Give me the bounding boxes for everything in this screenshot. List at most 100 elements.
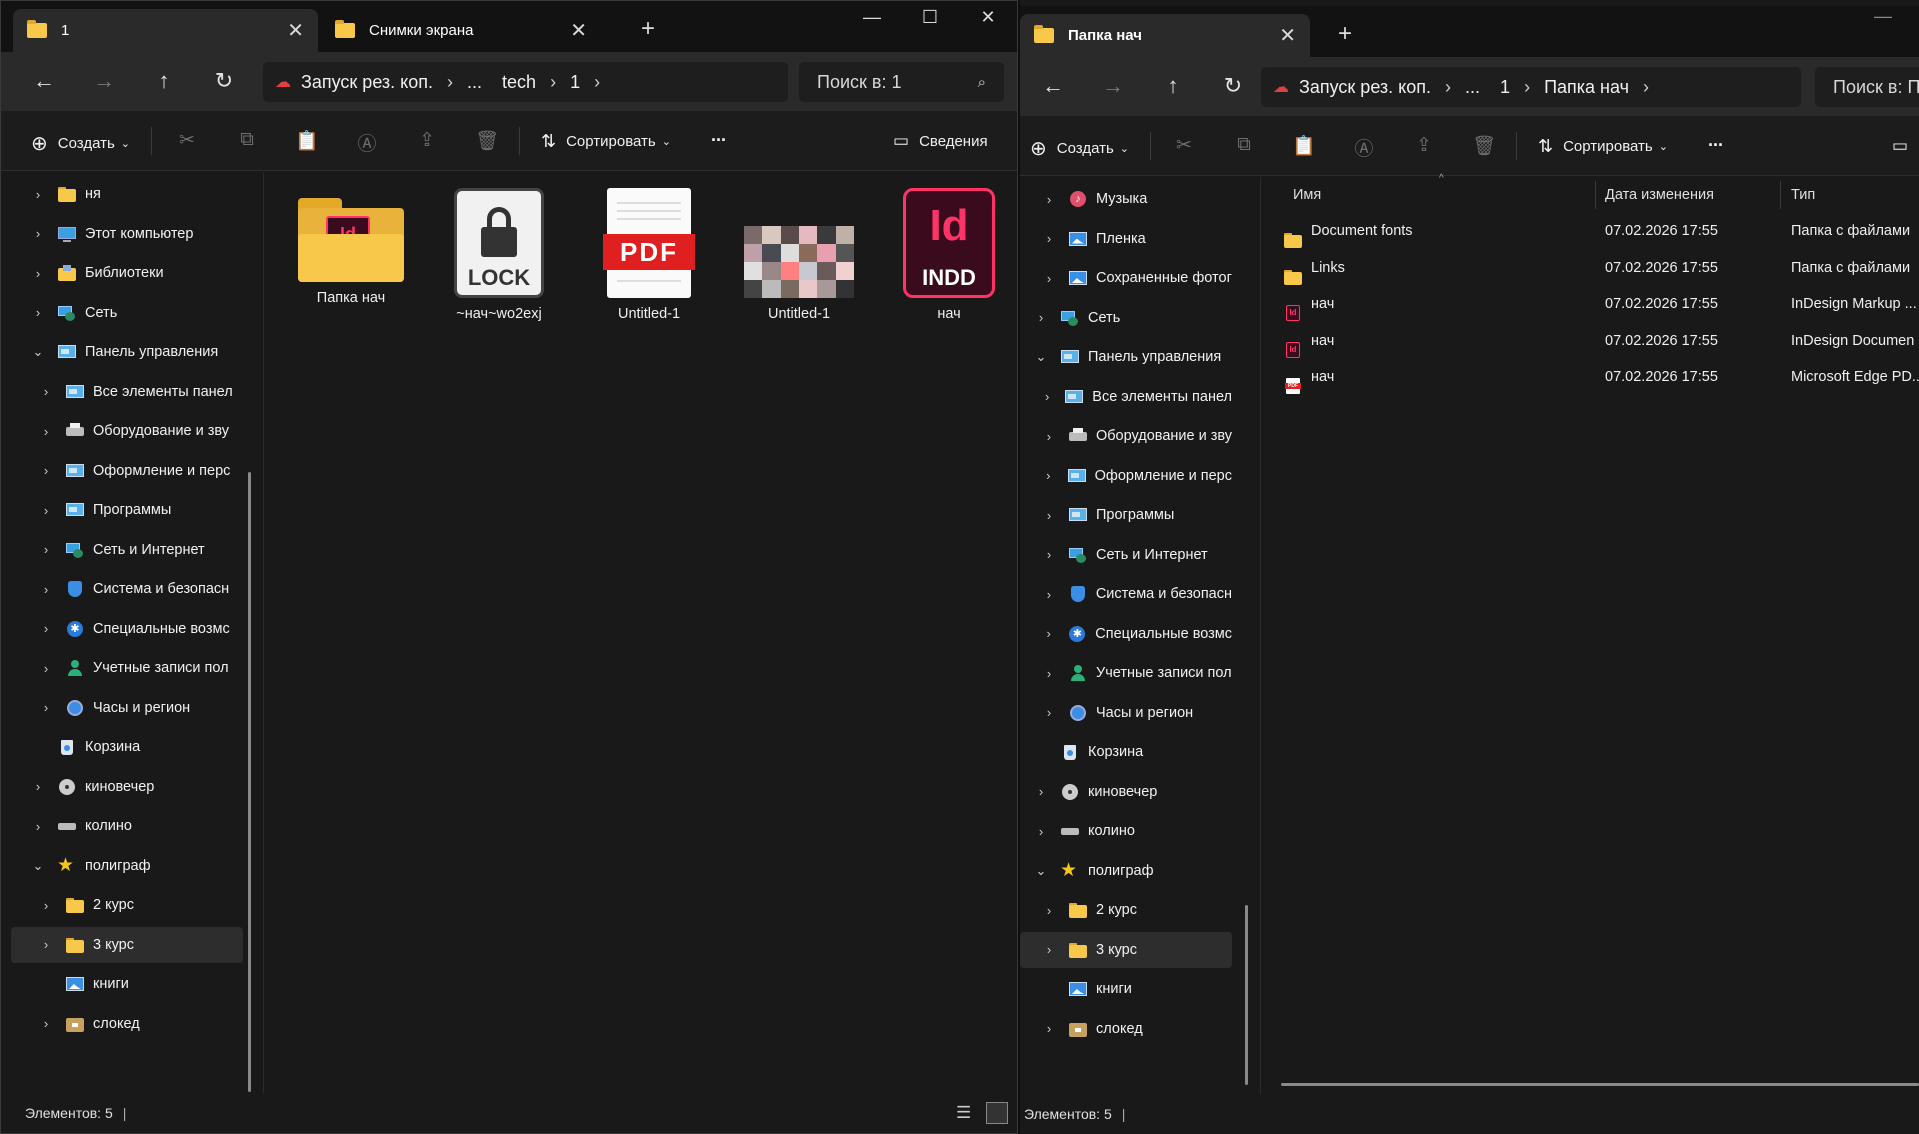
- table-row[interactable]: Id нач 07.02.2026 17:55 InDesign Documen: [1261, 323, 1919, 359]
- column-divider[interactable]: [1780, 181, 1781, 209]
- sidebar-item[interactable]: › Учетные записи пол: [11, 650, 243, 686]
- address-bar[interactable]: ☁ Запуск рез. коп. › ... 1 › Папка нач ›: [1261, 67, 1801, 107]
- address-bar[interactable]: ☁ Запуск рез. коп. › ... tech › 1 ›: [263, 62, 788, 102]
- cut-icon[interactable]: ✂: [1172, 134, 1196, 158]
- chevron-right-icon[interactable]: ›: [39, 937, 53, 952]
- sidebar-item[interactable]: › Этот компьютер: [11, 216, 243, 252]
- close-window-icon[interactable]: ✕: [965, 7, 1011, 28]
- sidebar-item[interactable]: Корзина: [1020, 734, 1232, 770]
- chevron-right-icon[interactable]: ›: [31, 187, 45, 202]
- file-item[interactable]: Id INDD нач: [874, 188, 1017, 322]
- chevron-right-icon[interactable]: ›: [31, 305, 45, 320]
- chevron-down-icon[interactable]: ⌄: [31, 858, 45, 874]
- sidebar-item[interactable]: › Сеть: [11, 295, 243, 331]
- share-icon[interactable]: ⇪: [1412, 134, 1436, 158]
- refresh-icon[interactable]: ↻: [209, 70, 239, 92]
- tab-papka-nach[interactable]: Папка нач ✕: [1020, 14, 1310, 57]
- large-icons-view-icon[interactable]: [986, 1102, 1008, 1124]
- sidebar-item[interactable]: › Сеть: [1020, 300, 1232, 336]
- sidebar-item[interactable]: › Сохраненные фотог: [1020, 260, 1232, 296]
- search-input[interactable]: Поиск в: 1 ⌕: [799, 62, 1004, 102]
- sort-button[interactable]: ⇅ Сортировать ⌄: [1538, 136, 1668, 157]
- sidebar-item[interactable]: › Все элементы панел: [11, 374, 243, 410]
- chevron-right-icon[interactable]: ›: [1042, 271, 1056, 286]
- file-item[interactable]: PDF Untitled-1: [574, 188, 724, 322]
- breadcrumb-root[interactable]: Запуск рез. коп.: [1299, 77, 1431, 98]
- chevron-right-icon[interactable]: ›: [31, 819, 45, 834]
- chevron-right-icon[interactable]: ›: [1042, 231, 1056, 246]
- minimize-icon[interactable]: —: [1860, 6, 1906, 27]
- sidebar-item[interactable]: › Пленка: [1020, 221, 1232, 257]
- chevron-right-icon[interactable]: ›: [39, 898, 53, 913]
- chevron-right-icon[interactable]: ›: [31, 779, 45, 794]
- chevron-down-icon[interactable]: ⌄: [1034, 863, 1048, 879]
- breadcrumb-more[interactable]: ...: [467, 72, 482, 93]
- sidebar-item[interactable]: › Система и безопасн: [11, 571, 243, 607]
- sidebar-item[interactable]: › Оборудование и зву: [1020, 418, 1232, 454]
- sidebar-item[interactable]: ⌄ Панель управления: [1020, 339, 1232, 375]
- sidebar-item[interactable]: › киновечер: [1020, 774, 1232, 810]
- sidebar-scrollbar[interactable]: [248, 472, 251, 1092]
- new-tab-icon[interactable]: +: [1338, 20, 1352, 48]
- table-row[interactable]: Links 07.02.2026 17:55 Папка с файлами: [1261, 250, 1919, 286]
- chevron-right-icon[interactable]: ›: [1042, 192, 1056, 207]
- file-item[interactable]: LOCK ~нач~wo2exj: [424, 188, 574, 322]
- sort-button[interactable]: ⇅ Сортировать ⌄: [541, 131, 671, 152]
- column-header-name[interactable]: Имя: [1293, 177, 1321, 213]
- close-tab-icon[interactable]: ✕: [287, 18, 304, 43]
- sidebar-scrollbar[interactable]: [1245, 905, 1248, 1085]
- details-view-icon[interactable]: ☰: [956, 1103, 971, 1123]
- chevron-right-icon[interactable]: ›: [1042, 705, 1056, 720]
- paste-icon[interactable]: 📋: [295, 129, 319, 153]
- details-pane-icon[interactable]: ▭: [1892, 136, 1908, 156]
- share-icon[interactable]: ⇪: [415, 129, 439, 153]
- new-tab-icon[interactable]: +: [641, 15, 655, 43]
- chevron-right-icon[interactable]: ›: [1042, 547, 1056, 562]
- chevron-right-icon[interactable]: ›: [1034, 784, 1048, 799]
- sidebar-item[interactable]: › Сеть и Интернет: [11, 532, 243, 568]
- sidebar-item[interactable]: › 3 курс: [11, 926, 243, 963]
- chevron-right-icon[interactable]: ›: [1042, 508, 1056, 523]
- sidebar-item[interactable]: › колино: [1020, 813, 1232, 849]
- chevron-right-icon[interactable]: ›: [1042, 389, 1052, 404]
- sidebar-item[interactable]: › Оформление и перс: [11, 453, 243, 489]
- sidebar-item[interactable]: › Все элементы панел: [1020, 379, 1232, 415]
- column-header-date[interactable]: Дата изменения: [1605, 177, 1714, 213]
- sidebar-item[interactable]: ⌄ ★ полиграф: [1020, 853, 1232, 889]
- breadcrumb-1[interactable]: 1: [570, 72, 580, 93]
- chevron-right-icon[interactable]: ›: [39, 424, 53, 439]
- up-icon[interactable]: ↑: [149, 70, 179, 92]
- file-item[interactable]: Untitled-1: [724, 188, 874, 322]
- chevron-right-icon[interactable]: ›: [1042, 429, 1056, 444]
- tab-1[interactable]: 1 ✕: [13, 9, 318, 52]
- chevron-right-icon[interactable]: ›: [1042, 626, 1055, 641]
- chevron-right-icon[interactable]: ›: [1042, 942, 1056, 957]
- rename-icon[interactable]: Ⓐ: [355, 129, 379, 155]
- sidebar-item[interactable]: книги: [1020, 971, 1232, 1007]
- breadcrumb-root[interactable]: Запуск рез. коп.: [301, 72, 433, 93]
- refresh-icon[interactable]: ↻: [1218, 75, 1248, 97]
- chevron-right-icon[interactable]: ›: [39, 621, 53, 636]
- sidebar-item[interactable]: › ня: [11, 176, 243, 212]
- chevron-right-icon[interactable]: ›: [31, 266, 45, 281]
- sidebar-item[interactable]: › колино: [11, 808, 243, 844]
- horizontal-scrollbar[interactable]: [1281, 1083, 1919, 1086]
- sidebar-item[interactable]: ⌄ Панель управления: [11, 334, 243, 370]
- breadcrumb-1[interactable]: 1: [1500, 77, 1510, 98]
- chevron-right-icon[interactable]: ›: [39, 384, 53, 399]
- sidebar-item[interactable]: › Часы и регион: [11, 690, 243, 726]
- cut-icon[interactable]: ✂: [175, 129, 199, 153]
- chevron-right-icon[interactable]: ›: [1042, 587, 1056, 602]
- delete-icon[interactable]: 🗑: [475, 129, 499, 153]
- chevron-right-icon[interactable]: ›: [447, 72, 453, 93]
- paste-icon[interactable]: 📋: [1292, 134, 1316, 158]
- chevron-down-icon[interactable]: ⌄: [1034, 349, 1048, 365]
- chevron-right-icon[interactable]: ›: [1042, 1021, 1056, 1036]
- table-row[interactable]: Document fonts 07.02.2026 17:55 Папка с фа…: [1261, 213, 1919, 249]
- sidebar-item[interactable]: › Оформление и перс: [1020, 458, 1232, 494]
- sidebar-item[interactable]: › Сеть и Интернет: [1020, 537, 1232, 573]
- sidebar-item[interactable]: › Программы: [1020, 497, 1232, 533]
- forward-icon[interactable]: →: [89, 70, 119, 92]
- chevron-right-icon[interactable]: ›: [39, 463, 53, 478]
- chevron-right-icon[interactable]: ›: [39, 661, 53, 676]
